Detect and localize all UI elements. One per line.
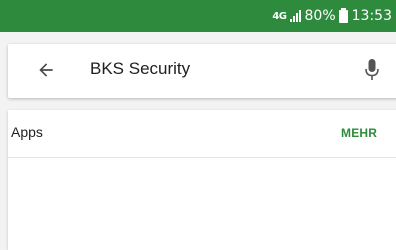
apps-section: Apps MEHR — [8, 110, 396, 250]
battery-icon — [338, 7, 348, 23]
battery-percent: 80% — [304, 8, 336, 24]
signal-bars-icon — [289, 10, 301, 22]
apps-section-title: Apps — [11, 124, 43, 140]
arrow-left-icon[interactable] — [36, 60, 56, 80]
search-bar[interactable]: BKS Security — [8, 44, 396, 98]
clock-time: 13:53 — [351, 8, 392, 24]
microphone-icon[interactable] — [364, 58, 380, 82]
search-input[interactable]: BKS Security — [90, 59, 190, 79]
network-type: 4G — [272, 10, 287, 22]
divider — [8, 157, 396, 158]
more-button[interactable]: MEHR — [341, 126, 377, 140]
status-bar: 4G 80% 13:53 — [0, 0, 396, 32]
